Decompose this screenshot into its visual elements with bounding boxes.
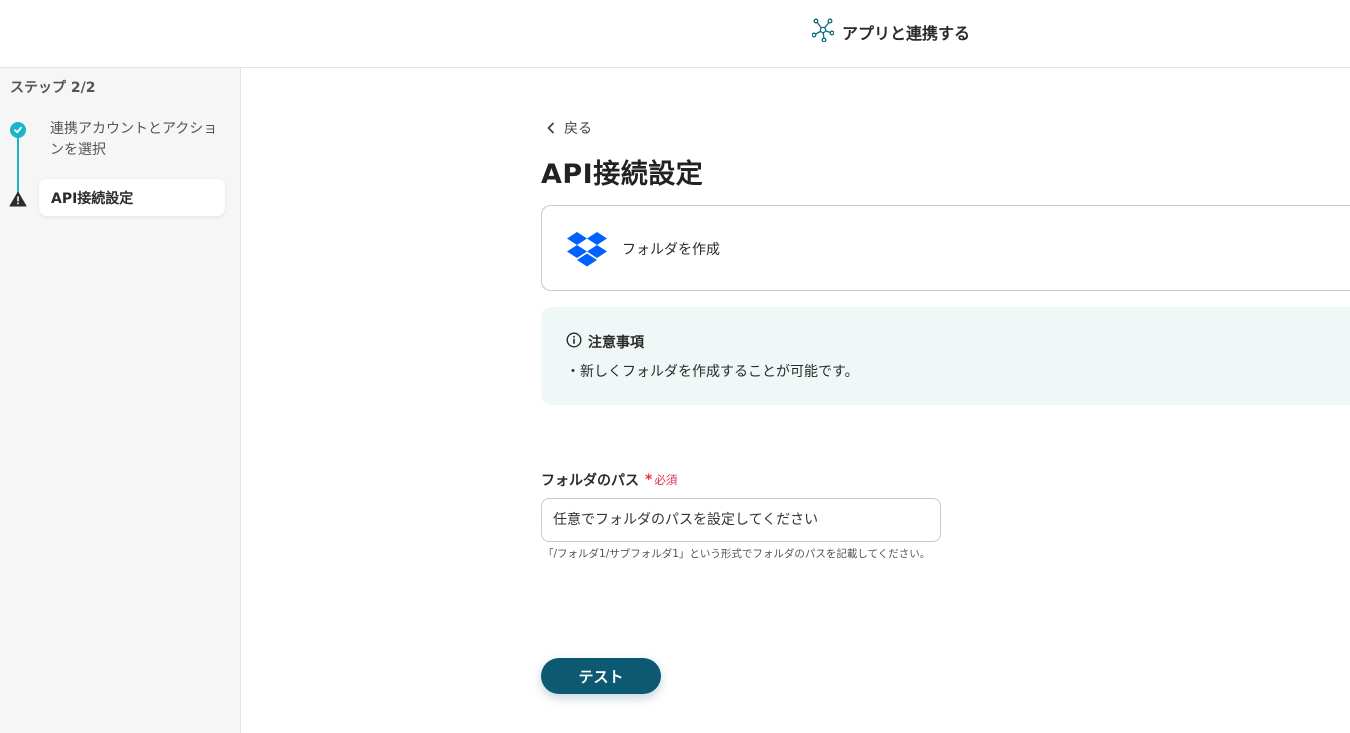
notice-box: 注意事項 ・新しくフォルダを作成することが可能です。: [541, 307, 1350, 405]
back-label: 戻る: [564, 121, 592, 137]
notice-header: 注意事項: [566, 332, 644, 352]
required-label: 必須: [654, 473, 678, 487]
sidebar-item-select-account[interactable]: 連携アカウントとアクションを選択: [50, 119, 220, 161]
action-name: フォルダを作成: [622, 242, 720, 258]
step-counter: ステップ 2/2: [10, 80, 96, 96]
page-header: アプリと連携する: [811, 18, 971, 46]
folder-path-label: フォルダのパス * 必須: [541, 471, 677, 489]
network-icon: [811, 18, 835, 46]
step-connector: [17, 130, 19, 198]
header-title: アプリと連携する: [842, 24, 971, 43]
field-label-text: フォルダのパス: [541, 473, 639, 489]
required-badge: * 必須: [645, 472, 677, 488]
notice-title: 注意事項: [588, 335, 644, 351]
chevron-left-icon: [546, 119, 556, 138]
notice-body: ・新しくフォルダを作成することが可能です。: [566, 364, 859, 380]
back-link[interactable]: 戻る: [546, 118, 592, 138]
sidebar-item-api-settings[interactable]: API接続設定: [39, 179, 225, 216]
info-icon: [566, 332, 582, 352]
folder-path-input[interactable]: [541, 498, 941, 542]
asterisk-icon: *: [645, 472, 653, 488]
dropbox-logo: [566, 231, 608, 269]
folder-path-help: 「/フォルダ1/サブフォルダ1」という形式でフォルダのパスを記載してください。: [543, 548, 931, 560]
action-card: フォルダを作成: [541, 205, 1350, 291]
check-circle-icon: [10, 122, 26, 138]
page-title: API接続設定: [541, 159, 704, 190]
sidebar-item-label: API接続設定: [51, 191, 134, 207]
test-button[interactable]: テスト: [541, 658, 661, 694]
step-sidebar: ステップ 2/2 連携アカウントとアクションを選択 API接続設定: [0, 68, 241, 733]
warning-triangle-icon: [9, 191, 27, 207]
top-bar: アプリと連携する: [0, 0, 1350, 68]
